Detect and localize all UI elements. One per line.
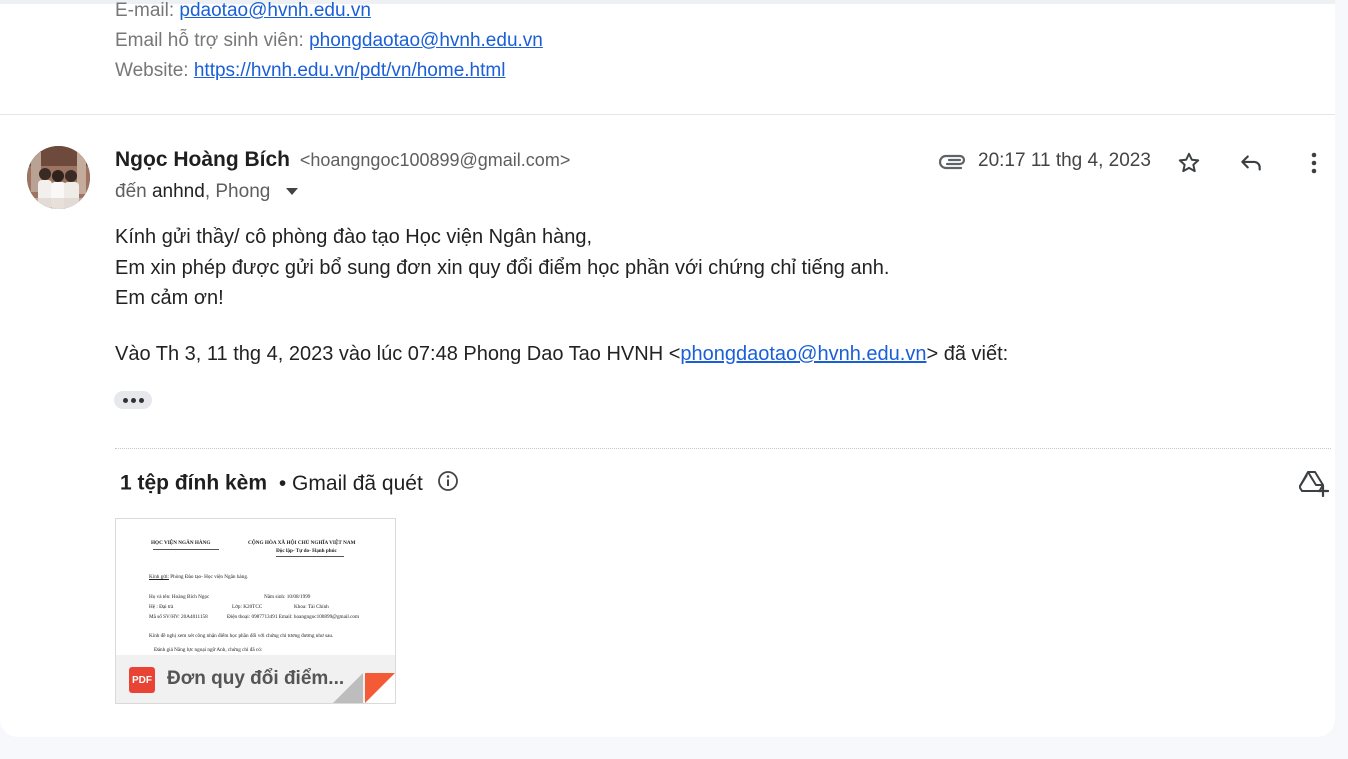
- preview-student-id: Mã số SV/HV: 20A4011158: [149, 614, 208, 620]
- dot: [130, 397, 136, 403]
- avatar[interactable]: [27, 146, 90, 209]
- preview-phone: Điện thoại: 0987713491 Email: hoangngoc1…: [227, 614, 359, 620]
- quote-email-link[interactable]: phongdaotao@hvnh.edu.vn: [680, 343, 926, 365]
- support-email-row: Email hỗ trợ sinh viên: phongdaotao@hvnh…: [115, 30, 543, 51]
- previous-email-signature: E-mail: pdaotao@hvnh.edu.vn Email hỗ trợ…: [115, 0, 543, 86]
- email-thread-card: E-mail: pdaotao@hvnh.edu.vn Email hỗ trợ…: [0, 0, 1335, 737]
- preview-name: Họ và tên: Hoàng Bích Ngọc: [149, 594, 210, 600]
- pdf-icon: PDF: [129, 667, 155, 693]
- attachment-filename: Đơn quy đổi điểm...: [167, 668, 345, 689]
- body-line: Kính gửi thầy/ cô phòng đào tạo Học viện…: [115, 226, 593, 248]
- dot: [138, 397, 144, 403]
- pdf-preview: HỌC VIỆN NGÂN HÀNG CỘNG HÒA XÃ HỘI CHỦ N…: [116, 519, 395, 655]
- scan-status: • Gmail đã quét: [278, 471, 423, 495]
- more-vert-icon[interactable]: [1296, 145, 1332, 181]
- body-line: Em cảm ơn!: [115, 287, 224, 309]
- attachments-header: 1 tệp đính kèm • Gmail đã quét: [120, 470, 459, 498]
- preview-underline: [153, 549, 219, 550]
- email-row: E-mail: pdaotao@hvnh.edu.vn: [115, 0, 371, 21]
- preview-class: Lớp: K20TCC: [232, 604, 263, 610]
- reply-icon[interactable]: [1233, 145, 1269, 181]
- preview-faculty: Khoa: Tài Chính: [294, 604, 329, 610]
- message-body: Kính gửi thầy/ cô phòng đào tạo Học viện…: [115, 222, 889, 314]
- chevron-down-icon[interactable]: [285, 188, 298, 196]
- preview-system: Hệ : Đại trà: [149, 604, 174, 610]
- preview-motto: Độc lập- Tự do- Hạnh phúc: [276, 548, 337, 554]
- message-divider: [0, 114, 1335, 115]
- attachment-thumbnail[interactable]: HỌC VIỆN NGÂN HÀNG CỘNG HÒA XÃ HỘI CHỦ N…: [115, 518, 396, 704]
- show-trimmed-content-button[interactable]: [114, 391, 152, 409]
- preview-underline: [276, 556, 344, 557]
- recipient-first: anhnd: [151, 181, 205, 202]
- page-corner-icon: [333, 673, 395, 703]
- attachment-clip-icon: [938, 150, 967, 175]
- preview-nation: CỘNG HÒA XÃ HỘI CHỦ NGHĨA VIỆT NAM: [248, 540, 356, 546]
- dot: [122, 397, 128, 403]
- preview-dob: Năm sinh: 10/08/1999: [264, 594, 311, 600]
- sender-name[interactable]: Ngọc Hoàng Bích: [115, 148, 290, 171]
- website-link[interactable]: https://hvnh.edu.vn/pdt/vn/home.html: [194, 60, 506, 81]
- sender-email: <hoangngoc100899@gmail.com>: [299, 150, 571, 170]
- website-row: Website: https://hvnh.edu.vn/pdt/vn/home…: [115, 60, 506, 81]
- add-to-drive-icon[interactable]: [1298, 469, 1330, 502]
- message-timestamp: 20:17 11 thg 4, 2023: [978, 150, 1151, 171]
- body-line: Em xin phép được gửi bổ sung đơn xin quy…: [115, 256, 890, 279]
- quote-header: Vào Th 3, 11 thg 4, 2023 vào lúc 07:48 P…: [115, 343, 1009, 365]
- recipient-rest: , Phong: [204, 181, 271, 202]
- sender-line: Ngọc Hoàng Bích <hoangngoc100899@gmail.c…: [115, 148, 570, 172]
- preview-org: HỌC VIỆN NGÂN HÀNG: [151, 540, 211, 546]
- attachments-divider: [115, 448, 1331, 449]
- preview-to: Kính gửi: Phòng Đào tạo- Học viện Ngân h…: [149, 574, 249, 580]
- preview-request: Kính đề nghị xem xét công nhận điểm học …: [149, 633, 334, 639]
- email-link[interactable]: pdaotao@hvnh.edu.vn: [179, 0, 371, 21]
- info-icon[interactable]: [437, 470, 459, 498]
- star-icon[interactable]: [1171, 145, 1207, 181]
- recipients-line[interactable]: đến anhnd, Phong: [115, 181, 298, 203]
- attachments-count: 1 tệp đính kèm: [120, 471, 268, 495]
- support-email-link[interactable]: phongdaotao@hvnh.edu.vn: [309, 30, 543, 51]
- preview-item: Đánh giá Năng lực ngoại ngữ Anh, chứng c…: [154, 647, 263, 653]
